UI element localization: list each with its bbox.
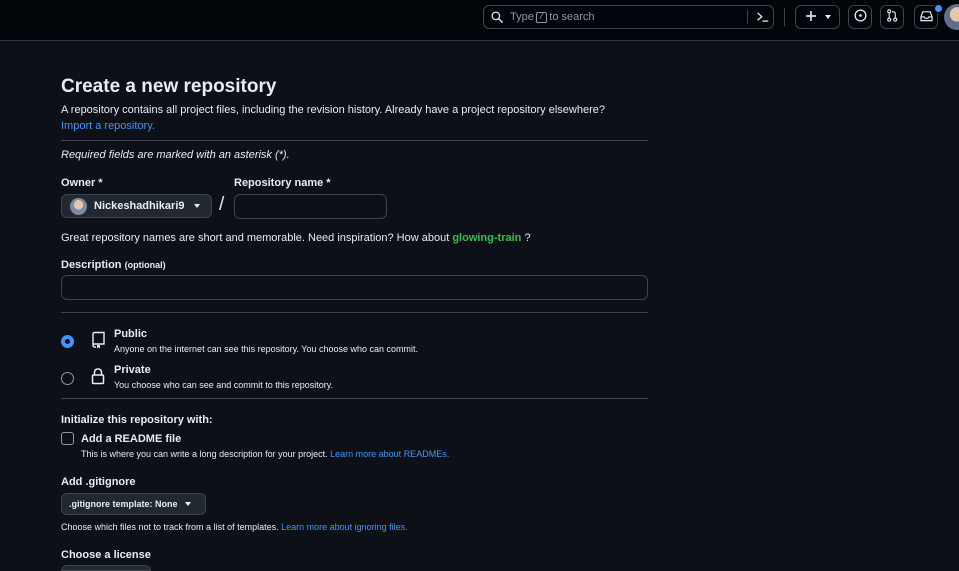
search-shortcut-key: / <box>535 11 548 23</box>
owner-value: Nickeshadhikari9 <box>94 200 185 212</box>
hint-suffix: ? <box>524 232 531 244</box>
create-new-button[interactable] <box>795 5 840 29</box>
gitignore-template-select[interactable]: .gitignore template: None <box>61 493 206 515</box>
readme-description: This is where you can write a long descr… <box>81 449 449 459</box>
required-fields-note: Required fields are marked with an aster… <box>61 149 290 161</box>
divider <box>61 312 648 313</box>
page-intro: A repository contains all project files,… <box>61 102 661 134</box>
private-description: You choose who can see and commit to thi… <box>114 380 334 390</box>
divider <box>61 398 648 399</box>
optional-tag: (optional) <box>124 260 166 270</box>
owner-label: Owner * <box>61 177 103 189</box>
gitignore-description: Choose which files not to track from a l… <box>61 522 408 532</box>
public-radio[interactable] <box>61 335 74 348</box>
readme-label: Add a README file <box>81 433 182 445</box>
description-input[interactable] <box>61 275 648 300</box>
import-repository-link[interactable]: Import a repository. <box>61 120 155 132</box>
search-placeholder-suffix: to search <box>549 11 595 23</box>
intro-text: A repository contains all project files,… <box>61 104 605 116</box>
gitignore-learn-more-link[interactable]: Learn more about ignoring files. <box>281 522 408 532</box>
page-title: Create a new repository <box>61 76 277 97</box>
gitignore-select-label: .gitignore template: None <box>69 499 178 509</box>
gitignore-heading: Add .gitignore <box>61 476 136 488</box>
name-suggestion-hint: Great repository names are short and mem… <box>61 232 531 244</box>
inbox-icon <box>919 10 933 25</box>
owner-select[interactable]: Nickeshadhikari9 <box>61 194 212 218</box>
pull-requests-button[interactable] <box>880 5 904 29</box>
owner-avatar <box>70 197 87 215</box>
chevron-down-icon <box>184 502 191 506</box>
notification-indicator <box>934 4 943 13</box>
license-heading: Choose a license <box>61 549 151 561</box>
repository-name-label: Repository name * <box>234 177 331 189</box>
chevron-down-icon <box>193 204 200 208</box>
search-divider <box>747 10 748 24</box>
search-input[interactable]: Type / to search <box>483 5 774 29</box>
divider <box>61 140 648 141</box>
gitignore-desc-text: Choose which files not to track from a l… <box>61 522 279 532</box>
private-radio[interactable] <box>61 372 74 385</box>
public-description: Anyone on the internet can see this repo… <box>114 344 419 354</box>
owner-repo-separator: / <box>219 194 225 215</box>
issues-icon <box>853 9 867 25</box>
user-avatar[interactable] <box>944 4 959 30</box>
toolbar-separator <box>784 8 785 26</box>
readme-desc-text: This is where you can write a long descr… <box>81 449 328 459</box>
private-title: Private <box>114 364 151 376</box>
public-title: Public <box>114 328 148 340</box>
initialize-heading: Initialize this repository with: <box>61 414 213 426</box>
issues-button[interactable] <box>848 5 872 29</box>
license-select[interactable] <box>61 565 151 571</box>
pull-requests-icon <box>886 9 898 25</box>
chevron-down-icon <box>824 15 831 19</box>
repository-name-input[interactable] <box>234 194 387 219</box>
hint-text: Great repository names are short and mem… <box>61 232 450 244</box>
name-suggestion-link[interactable]: glowing-train <box>452 232 521 244</box>
description-label: Description (optional) <box>61 259 166 271</box>
lock-icon <box>90 367 106 385</box>
readme-learn-more-link[interactable]: Learn more about READMEs. <box>330 449 449 459</box>
readme-checkbox[interactable] <box>61 432 74 445</box>
top-navigation-bar: Type / to search <box>0 0 959 41</box>
search-icon <box>484 11 510 23</box>
description-label-text: Description <box>61 259 122 271</box>
command-palette-icon[interactable] <box>752 8 772 26</box>
search-placeholder-prefix: Type <box>510 11 534 23</box>
plus-icon <box>805 10 817 25</box>
repo-icon <box>90 331 106 349</box>
